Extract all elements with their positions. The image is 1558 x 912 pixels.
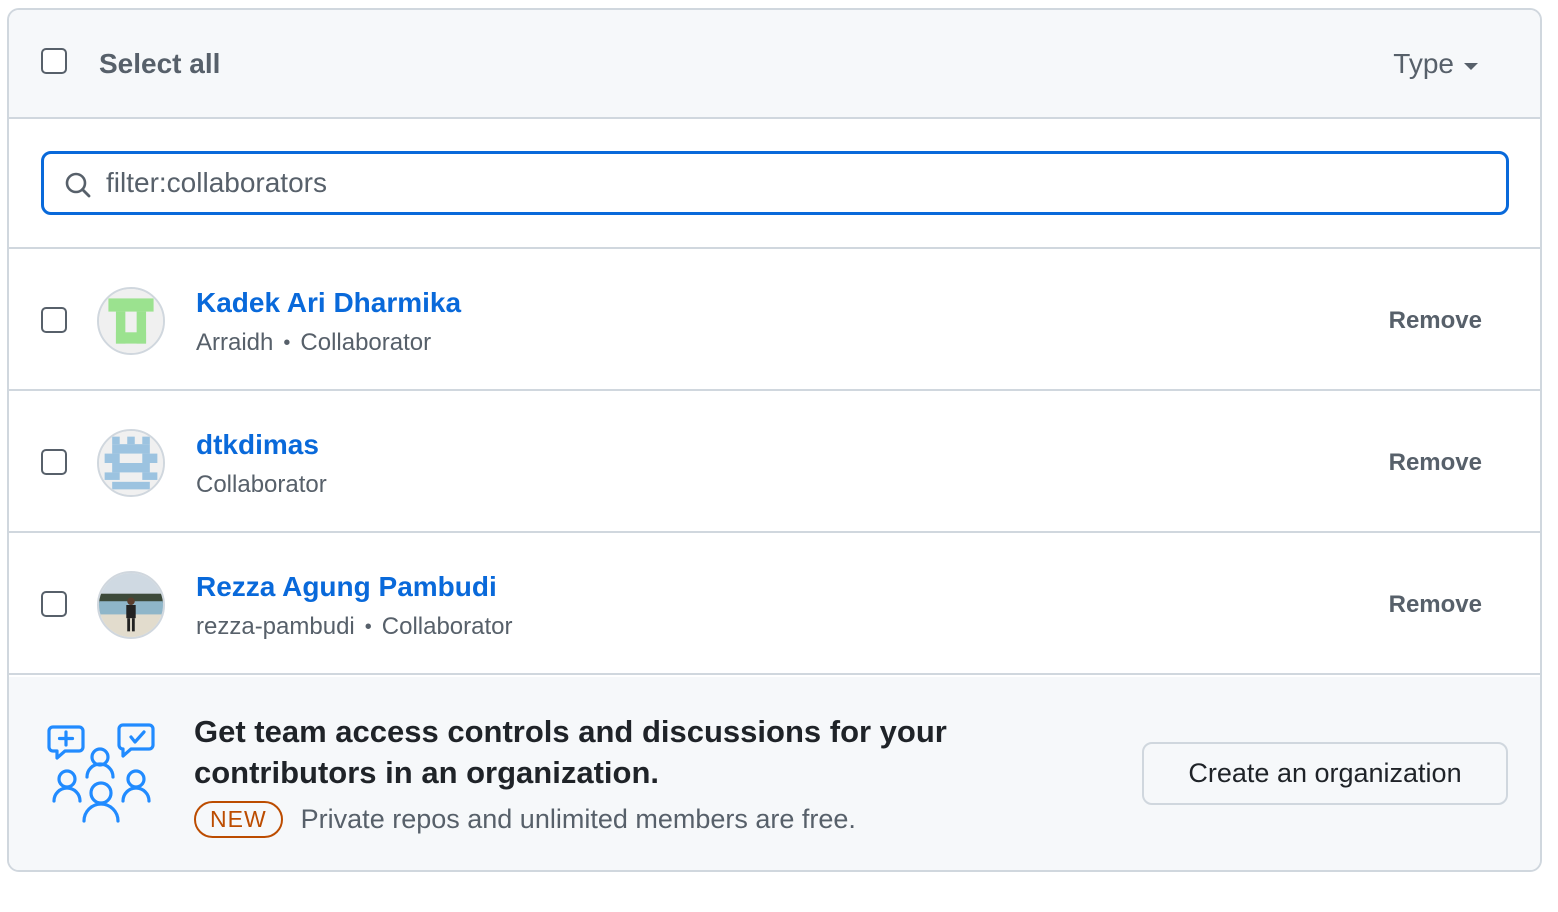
remove-button[interactable]: Remove <box>1389 591 1482 619</box>
separator-dot: • <box>364 615 372 638</box>
type-filter-dropdown[interactable]: Type <box>1393 48 1478 80</box>
remove-button[interactable]: Remove <box>1389 307 1482 335</box>
caret-down-icon <box>1464 62 1478 70</box>
search-field[interactable] <box>41 151 1509 215</box>
photo-avatar-icon <box>99 573 163 637</box>
search-input[interactable] <box>106 154 1496 212</box>
promo-subtitle-row: NEW Private repos and unlimited members … <box>194 801 856 838</box>
collaborator-meta: rezza-pambudi • Collaborator <box>196 613 513 641</box>
collaborator-role: Collaborator <box>381 613 513 640</box>
promo-subtitle: Private repos and unlimited members are … <box>300 804 856 834</box>
row-checkbox[interactable] <box>41 449 67 475</box>
collaborator-name[interactable]: dtkdimas <box>196 429 319 461</box>
collaborator-name[interactable]: Rezza Agung Pambudi <box>196 571 497 603</box>
collaborator-name[interactable]: Kadek Ari Dharmika <box>196 287 461 319</box>
new-badge: NEW <box>194 801 283 838</box>
avatar[interactable] <box>97 287 165 355</box>
identicon-blue-icon <box>99 431 163 495</box>
collaborator-role: Collaborator <box>196 471 327 498</box>
collaborator-username: Arraidh <box>196 329 274 356</box>
type-filter-label: Type <box>1393 48 1454 79</box>
create-organization-button[interactable]: Create an organization <box>1142 742 1508 805</box>
list-header: Select all Type <box>9 10 1540 119</box>
search-row <box>9 119 1540 249</box>
separator-dot: • <box>283 331 291 354</box>
organization-promo: Get team access controls and discussions… <box>9 677 1540 870</box>
collaborator-meta: Arraidh • Collaborator <box>196 329 431 357</box>
organization-people-icon <box>47 723 155 823</box>
collaborators-panel: Select all Type Kadek Ari Dharmik <box>7 8 1542 872</box>
collaborator-meta: Collaborator <box>196 471 327 499</box>
promo-title: Get team access controls and discussions… <box>194 714 947 790</box>
select-all-label: Select all <box>99 48 221 79</box>
collaborator-role: Collaborator <box>300 329 432 356</box>
row-checkbox[interactable] <box>41 591 67 617</box>
identicon-green-icon <box>99 289 163 353</box>
collaborator-row: dtkdimas Collaborator Remove <box>9 391 1540 533</box>
collaborator-row: Kadek Ari Dharmika Arraidh • Collaborato… <box>9 249 1540 391</box>
row-checkbox[interactable] <box>41 307 67 333</box>
remove-button[interactable]: Remove <box>1389 449 1482 477</box>
select-all-checkbox[interactable] <box>41 48 67 74</box>
avatar[interactable] <box>97 429 165 497</box>
avatar[interactable] <box>97 571 165 639</box>
collaborator-row: Rezza Agung Pambudi rezza-pambudi • Coll… <box>9 533 1540 675</box>
collaborator-username: rezza-pambudi <box>196 613 355 640</box>
search-icon <box>65 172 91 198</box>
